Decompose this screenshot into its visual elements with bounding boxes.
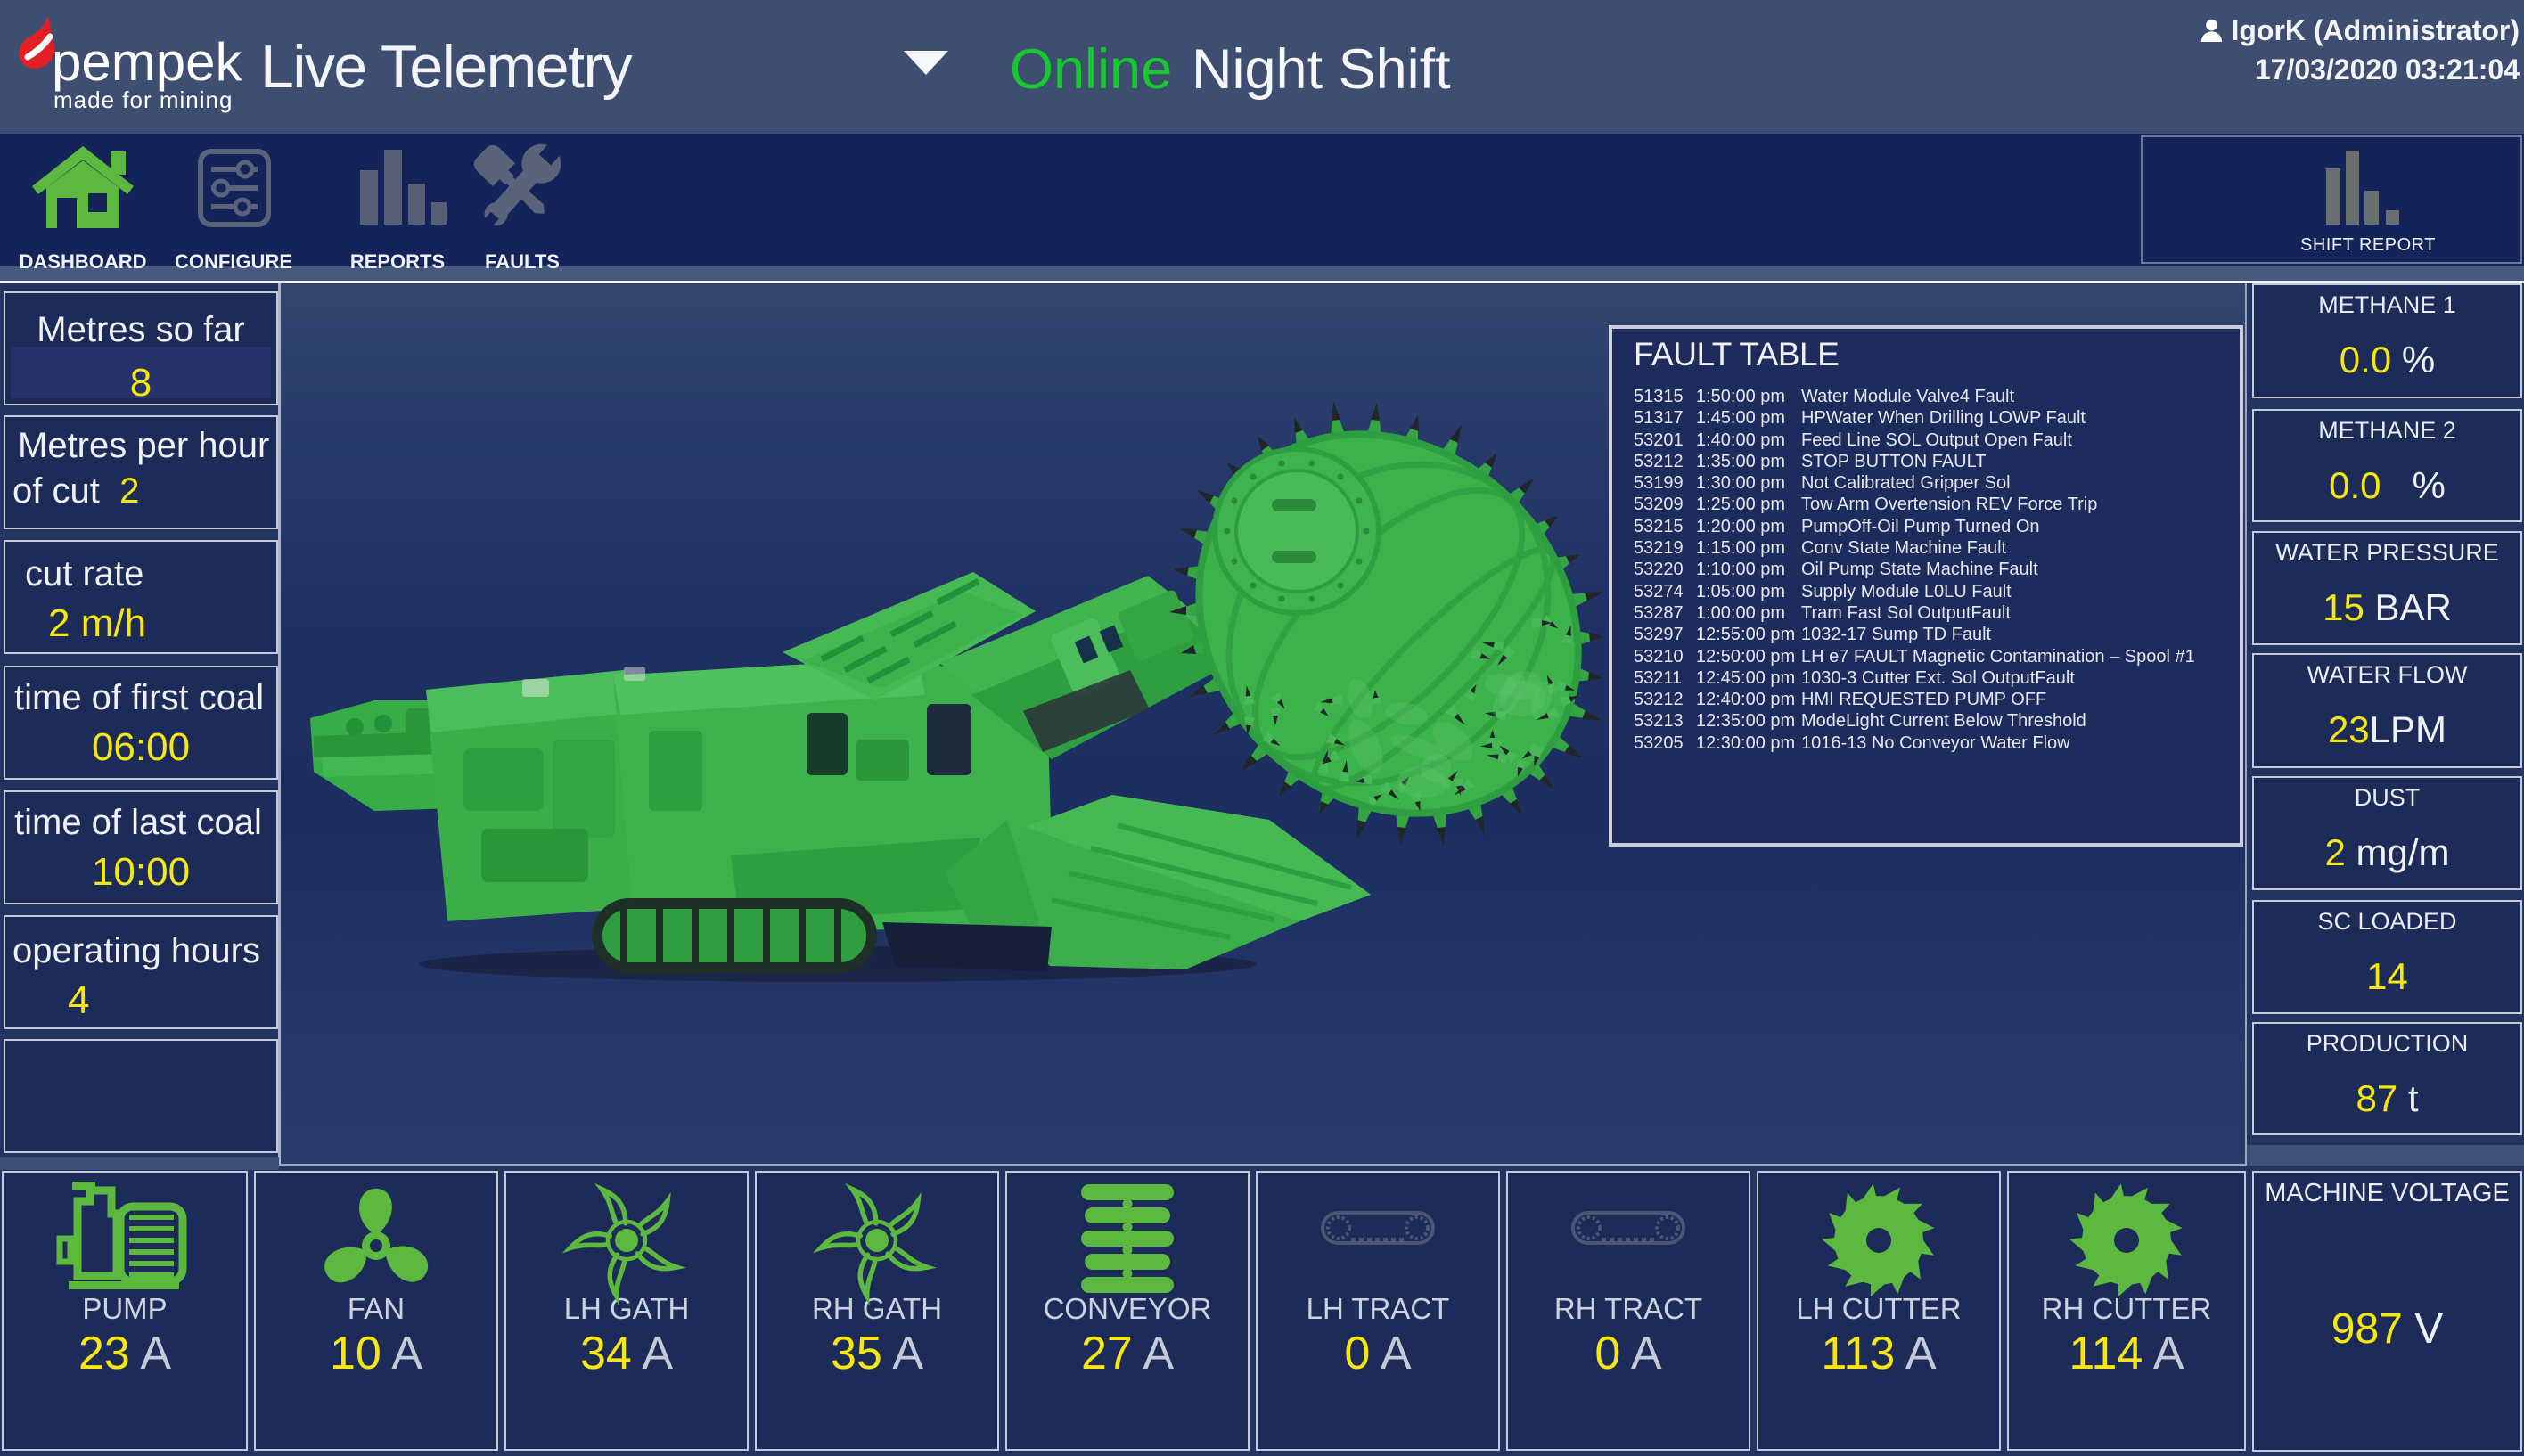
svg-text:pempek: pempek	[52, 32, 242, 92]
svg-text:made for mining: made for mining	[53, 86, 233, 113]
